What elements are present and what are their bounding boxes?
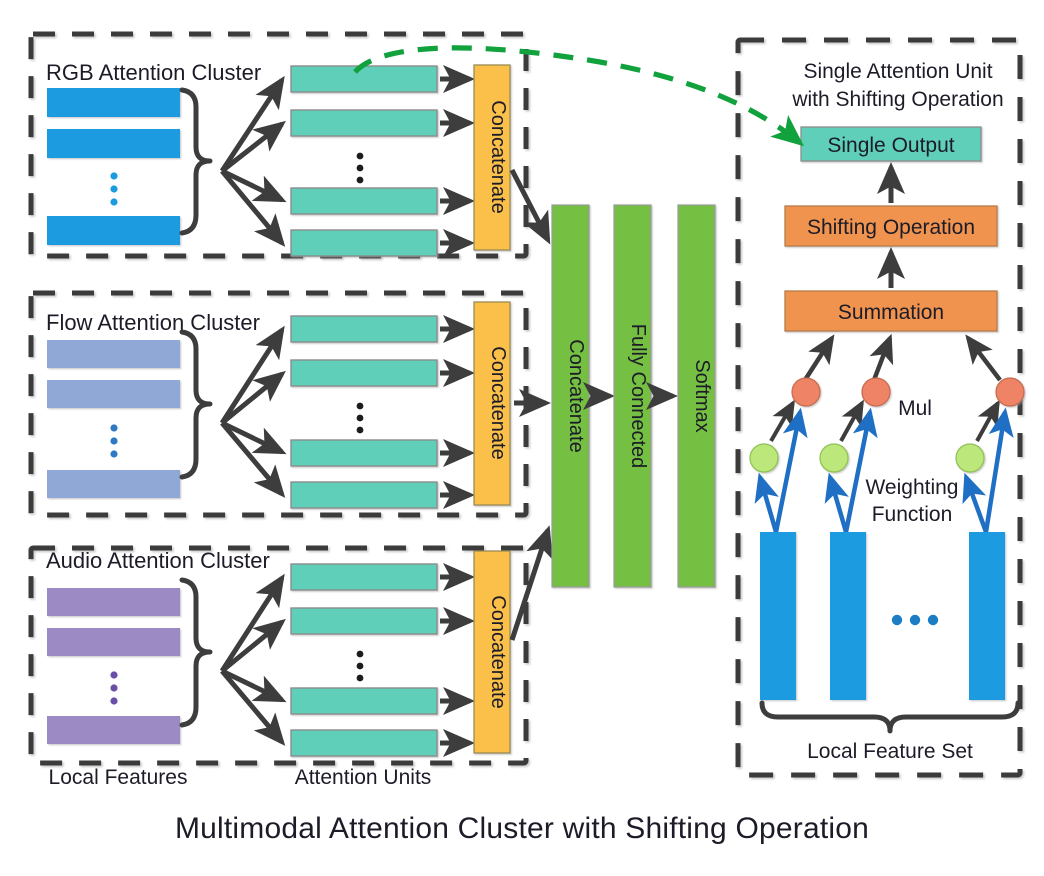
fusion-concatenate-label: Concatenate: [565, 339, 587, 452]
vertical-ellipsis-dot: [356, 152, 364, 160]
attention-unit[interactable]: [290, 729, 438, 757]
weighting-function-circle[interactable]: [819, 443, 849, 473]
vertical-ellipsis-dot: [356, 650, 364, 658]
cluster-audio-fan-arrows: [219, 573, 287, 746]
vertical-ellipsis-dot: [356, 662, 364, 670]
vertical-ellipsis-dot: [356, 164, 364, 172]
attention-unit[interactable]: [290, 359, 438, 387]
feature-bar[interactable]: [47, 628, 180, 656]
attention-unit[interactable]: [290, 109, 438, 137]
cluster-rgb-concatenate-label: Concatenate: [487, 100, 509, 213]
cluster-flow-attention-units: [290, 315, 438, 509]
attention-unit[interactable]: [290, 229, 438, 257]
mul-circle[interactable]: [995, 377, 1025, 407]
fusion-fully-connected-label: Fully Connected: [627, 324, 649, 469]
vertical-ellipsis-dot: [356, 414, 364, 422]
vertical-ellipsis-dot: [110, 185, 118, 193]
attention-unit[interactable]: [290, 187, 438, 215]
single-output-label: Single Output: [827, 134, 954, 157]
right-panel-title-line2: with Shifting Operation: [791, 88, 1003, 111]
fusion-column: Concatenate Fully Connected Softmax: [551, 204, 716, 588]
mul-circle[interactable]: [791, 377, 821, 407]
cluster-audio[interactable]: Audio Attention Cluster Concatenate: [28, 545, 529, 766]
attention-unit[interactable]: [290, 687, 438, 715]
attention-unit[interactable]: [290, 563, 438, 591]
weighting-function-label-line1: Weighting: [865, 476, 958, 499]
fusion-input-arrows: [509, 168, 553, 641]
cluster-flow-unit-arrows: [440, 315, 475, 510]
single-attention-unit-panel[interactable]: Single Attention Unit with Shifting Oper…: [735, 37, 1025, 778]
cluster-flow[interactable]: Flow Attention Cluster Concatenate: [28, 290, 529, 518]
vertical-ellipsis-dot: [356, 176, 364, 184]
local-feature-bar[interactable]: [760, 532, 796, 700]
vertical-ellipsis-dot: [110, 450, 118, 458]
vertical-ellipsis-dot: [110, 671, 118, 679]
cluster-flow-title: Flow Attention Cluster: [46, 310, 260, 335]
vertical-ellipsis-dot: [110, 684, 118, 692]
weighting-function-label-line2: Function: [872, 503, 953, 526]
local-feature-set-label: Local Feature Set: [807, 740, 973, 763]
vertical-ellipsis-dot: [356, 674, 364, 682]
attention-unit[interactable]: [290, 439, 438, 467]
figure-caption: Multimodal Attention Cluster with Shifti…: [174, 812, 870, 845]
attention-unit[interactable]: [290, 315, 438, 343]
cluster-audio-local-features: [47, 588, 180, 744]
attention-unit[interactable]: [290, 65, 438, 93]
mul-to-summation-arrows: [803, 333, 1002, 382]
feature-bar[interactable]: [47, 588, 180, 616]
cluster-audio-brace: [179, 577, 213, 728]
feature-bar[interactable]: [47, 129, 180, 158]
figure-canvas: RGB Attention Cluster Concatenate Flow A…: [0, 0, 1044, 876]
weighting-function-circle[interactable]: [749, 443, 779, 473]
local-feature-set-brace: [759, 700, 1021, 734]
cluster-audio-attention-units: [290, 563, 438, 757]
cluster-rgb[interactable]: RGB Attention Cluster Concatenate: [28, 31, 529, 259]
feature-bar[interactable]: [47, 88, 180, 117]
feature-bar[interactable]: [47, 340, 180, 368]
cluster-rgb-brace: [179, 87, 213, 236]
attention-unit[interactable]: [290, 481, 438, 509]
summation-label: Summation: [838, 301, 944, 324]
horizontal-ellipsis-dot: [927, 614, 939, 626]
cluster-flow-concatenate-label: Concatenate: [487, 346, 509, 459]
right-panel-title-line1: Single Attention Unit: [803, 60, 992, 83]
cluster-rgb-fan-arrows: [219, 75, 287, 247]
vertical-ellipsis-dot: [356, 426, 364, 434]
cluster-audio-unit-arrows: [440, 563, 475, 758]
cluster-rgb-attention-units: [290, 65, 438, 257]
feature-bar[interactable]: [47, 216, 180, 245]
feature-bar[interactable]: [47, 470, 180, 498]
vertical-ellipsis-dot: [110, 424, 118, 432]
mul-circle[interactable]: [861, 377, 891, 407]
cluster-rgb-unit-arrows: [440, 65, 475, 258]
label-attention-units: Attention Units: [295, 766, 432, 789]
weighting-function-circle[interactable]: [955, 443, 985, 473]
vertical-ellipsis-dot: [110, 172, 118, 180]
horizontal-ellipsis-dot: [891, 614, 903, 626]
mul-label: Mul: [898, 397, 932, 420]
local-feature-bar[interactable]: [830, 532, 866, 700]
vertical-ellipsis-dot: [110, 697, 118, 705]
label-local-features: Local Features: [49, 766, 188, 789]
feature-bar[interactable]: [47, 380, 180, 408]
cluster-rgb-title: RGB Attention Cluster: [46, 60, 261, 85]
vertical-ellipsis-dot: [110, 437, 118, 445]
shifting-operation-label: Shifting Operation: [807, 216, 975, 239]
vertical-ellipsis-dot: [110, 198, 118, 206]
cluster-rgb-local-features: [47, 88, 180, 245]
horizontal-ellipsis-dot: [909, 614, 921, 626]
cluster-audio-title: Audio Attention Cluster: [46, 548, 270, 573]
vertical-ellipsis-dot: [356, 402, 364, 410]
feature-bar[interactable]: [47, 716, 180, 744]
attention-unit[interactable]: [290, 607, 438, 635]
cluster-flow-fan-arrows: [219, 325, 287, 498]
cluster-flow-local-features: [47, 340, 180, 498]
attention-cluster-diagram: RGB Attention Cluster Concatenate Flow A…: [28, 31, 1025, 789]
cluster-flow-brace: [179, 329, 213, 480]
fusion-softmax-label: Softmax: [691, 359, 713, 432]
weighting-to-mul-arrows: [769, 399, 1000, 443]
cluster-audio-concatenate-label: Concatenate: [487, 595, 509, 708]
local-feature-bar[interactable]: [969, 532, 1005, 700]
